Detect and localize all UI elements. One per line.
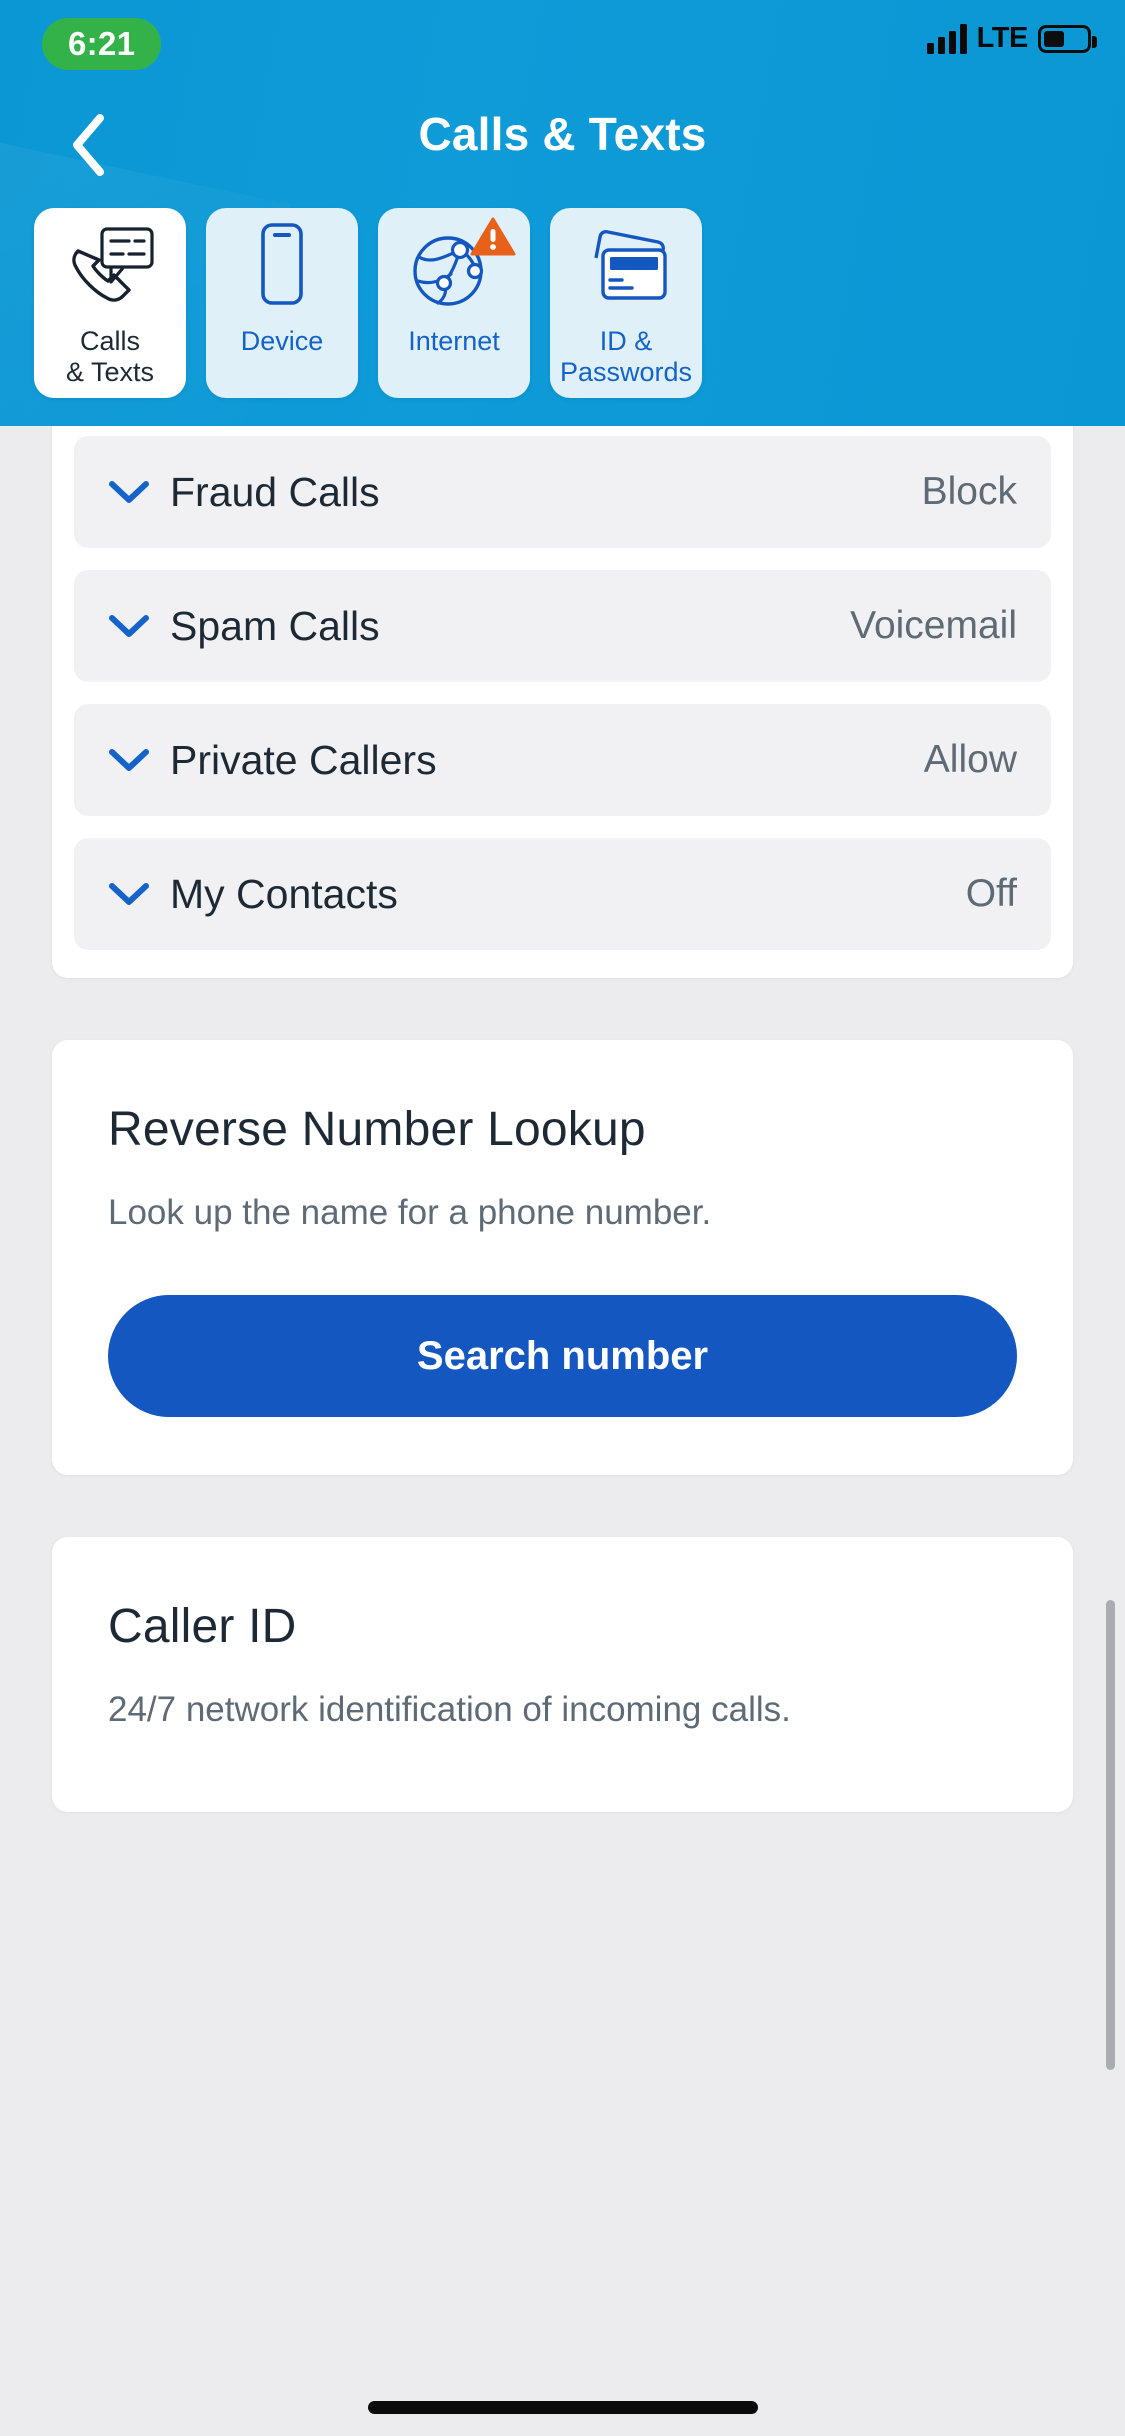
chevron-down-icon[interactable] [108,613,160,639]
settings-row-private-callers[interactable]: Private Callers Allow [74,704,1051,816]
warning-triangle-icon [470,217,516,256]
tab-label: Internet [408,326,500,356]
settings-row-value: Block [921,470,1017,513]
chevron-down-icon[interactable] [108,881,160,907]
tab-device[interactable]: Device [206,208,358,398]
call-settings-panel: Fraud Calls Block Spam Calls Voicemail P… [52,426,1073,978]
tab-label: Calls & Texts [62,326,158,388]
settings-row-label: Fraud Calls [170,468,380,515]
id-cards-icon [550,208,702,326]
scroll-content[interactable]: Fraud Calls Block Spam Calls Voicemail P… [0,426,1125,2436]
vertical-scrollbar[interactable] [1106,1600,1115,2070]
tab-label: Device [240,326,324,356]
caller-id-subtitle: 24/7 network identification of incoming … [108,1690,791,1729]
tab-label-line1: ID & [599,326,653,356]
cellular-signal-icon [926,23,967,54]
search-number-button[interactable]: Search number [108,1295,1017,1417]
tab-label-line2: Passwords [559,357,693,387]
settings-row-value: Voicemail [850,604,1017,647]
settings-row-value: Allow [923,738,1017,781]
network-globe-icon [378,208,530,326]
settings-row-label: My Contacts [170,870,398,917]
phone-message-icon [34,208,186,326]
settings-row-fraud-calls[interactable]: Fraud Calls Block [74,436,1051,548]
status-bar-time: 6:21 [42,18,162,70]
phone-screen: 6:21 LTE Calls & Texts Calls & Texts Dev… [0,0,1125,2436]
settings-row-spam-calls[interactable]: Spam Calls Voicemail [74,570,1051,682]
reverse-number-lookup-card: Reverse Number Lookup Look up the name f… [52,1040,1073,1475]
network-type-label: LTE [976,22,1029,54]
settings-row-label: Spam Calls [170,602,380,649]
reverse-lookup-subtitle: Look up the name for a phone number. [108,1193,712,1232]
settings-row-value: Off [965,872,1017,915]
tab-label-line2: & Texts [65,357,155,387]
battery-icon [1038,24,1097,53]
status-bar-indicators: LTE [926,22,1097,55]
page-title: Calls & Texts [418,108,707,160]
tab-label: ID & Passwords [556,326,696,388]
status-bar: 6:21 LTE [0,0,1125,88]
settings-row-my-contacts[interactable]: My Contacts Off [74,838,1051,950]
tab-id-and-passwords[interactable]: ID & Passwords [550,208,702,398]
chevron-down-icon[interactable] [108,479,160,505]
caller-id-card: Caller ID 24/7 network identification of… [52,1537,1073,1812]
tab-label-line1: Calls [79,326,140,356]
tab-calls-and-texts[interactable]: Calls & Texts [34,208,186,398]
home-indicator [367,2401,758,2414]
app-header: 6:21 LTE Calls & Texts Calls & Texts Dev… [0,0,1125,426]
tab-internet[interactable]: Internet [378,208,530,398]
navigation-bar: Calls & Texts [0,95,1125,195]
caller-id-title: Caller ID [108,1600,297,1653]
category-tab-bar: Calls & Texts Device Internet ID & Passw… [34,208,702,398]
settings-row-label: Private Callers [170,736,437,783]
chevron-down-icon[interactable] [108,747,160,773]
smartphone-icon [206,208,358,326]
reverse-lookup-title: Reverse Number Lookup [108,1103,646,1156]
